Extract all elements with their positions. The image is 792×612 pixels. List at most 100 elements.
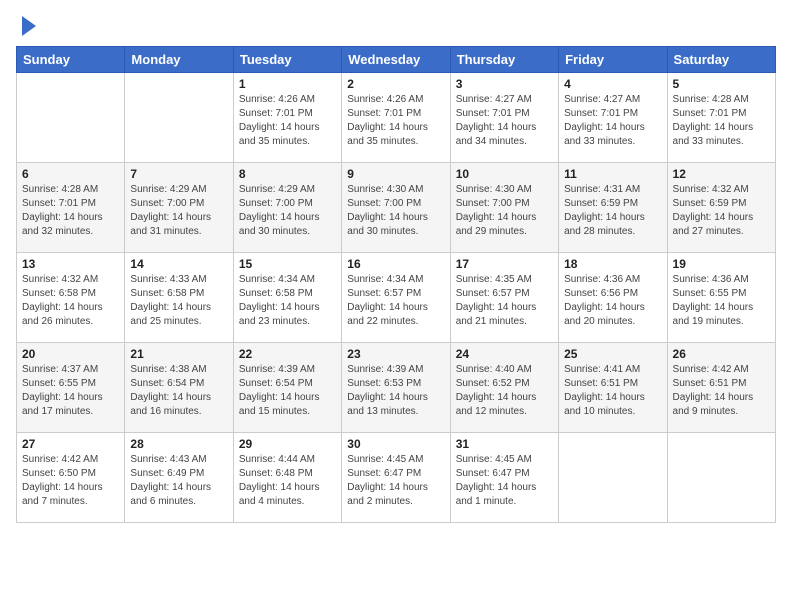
calendar-cell: 13Sunrise: 4:32 AMSunset: 6:58 PMDayligh… (17, 253, 125, 343)
day-info: Sunrise: 4:31 AMSunset: 6:59 PMDaylight:… (564, 183, 661, 239)
day-info: Sunrise: 4:30 AMSunset: 7:00 PMDaylight:… (347, 183, 444, 239)
day-number: 29 (239, 437, 336, 451)
day-info: Sunrise: 4:42 AMSunset: 6:50 PMDaylight:… (22, 453, 119, 509)
day-number: 7 (130, 167, 227, 181)
calendar-cell: 6Sunrise: 4:28 AMSunset: 7:01 PMDaylight… (17, 163, 125, 253)
header (16, 16, 776, 36)
day-number: 2 (347, 77, 444, 91)
day-number: 17 (456, 257, 553, 271)
calendar-cell: 8 Sunrise: 4:29 AMSunset: 7:00 PMDaylight… (233, 163, 341, 253)
calendar-cell: 4Sunrise: 4:27 AMSunset: 7:01 PMDaylight… (559, 73, 667, 163)
day-number: 3 (456, 77, 553, 91)
calendar-cell: 22 Sunrise: 4:39 AMSunset: 6:54 PMDayligh… (233, 343, 341, 433)
day-number: 26 (673, 347, 770, 361)
calendar-cell: 1 Sunrise: 4:26 AMSunset: 7:01 PMDaylight… (233, 73, 341, 163)
day-number: 1 (239, 77, 336, 91)
calendar-cell (125, 73, 233, 163)
col-sunday: Sunday (17, 47, 125, 73)
col-saturday: Saturday (667, 47, 775, 73)
calendar-cell: 24Sunrise: 4:40 AMSunset: 6:52 PMDayligh… (450, 343, 558, 433)
calendar-cell (667, 433, 775, 523)
day-info: Sunrise: 4:29 AMSunset: 7:00 PMDaylight:… (130, 183, 227, 239)
calendar-cell: 16 Sunrise: 4:34 AMSunset: 6:57 PMDayligh… (342, 253, 450, 343)
col-tuesday: Tuesday (233, 47, 341, 73)
col-friday: Friday (559, 47, 667, 73)
day-number: 22 (239, 347, 336, 361)
calendar-week-row: 20 Sunrise: 4:37 AMSunset: 6:55 PMDayligh… (17, 343, 776, 433)
calendar-cell: 2 Sunrise: 4:26 AMSunset: 7:01 PMDaylight… (342, 73, 450, 163)
calendar-week-row: 6Sunrise: 4:28 AMSunset: 7:01 PMDaylight… (17, 163, 776, 253)
calendar-cell: 23Sunrise: 4:39 AMSunset: 6:53 PMDayligh… (342, 343, 450, 433)
day-number: 18 (564, 257, 661, 271)
calendar-cell: 15 Sunrise: 4:34 AMSunset: 6:58 PMDayligh… (233, 253, 341, 343)
day-info: Sunrise: 4:39 AMSunset: 6:54 PMDaylight:… (239, 363, 336, 419)
calendar-body: 1 Sunrise: 4:26 AMSunset: 7:01 PMDaylight… (17, 73, 776, 523)
day-number: 16 (347, 257, 444, 271)
day-info: Sunrise: 4:42 AMSunset: 6:51 PMDaylight:… (673, 363, 770, 419)
calendar-cell: 18 Sunrise: 4:36 AMSunset: 6:56 PMDayligh… (559, 253, 667, 343)
day-number: 19 (673, 257, 770, 271)
day-number: 12 (673, 167, 770, 181)
calendar-cell: 25Sunrise: 4:41 AMSunset: 6:51 PMDayligh… (559, 343, 667, 433)
day-info: Sunrise: 4:34 AMSunset: 6:58 PMDaylight:… (239, 273, 336, 329)
day-info: Sunrise: 4:38 AMSunset: 6:54 PMDaylight:… (130, 363, 227, 419)
day-number: 27 (22, 437, 119, 451)
day-info: Sunrise: 4:26 AMSunset: 7:01 PMDaylight:… (239, 93, 336, 149)
day-info: Sunrise: 4:39 AMSunset: 6:53 PMDaylight:… (347, 363, 444, 419)
calendar-cell: 30 Sunrise: 4:45 AMSunset: 6:47 PMDayligh… (342, 433, 450, 523)
day-number: 14 (130, 257, 227, 271)
calendar-cell: 3 Sunrise: 4:27 AMSunset: 7:01 PMDaylight… (450, 73, 558, 163)
day-number: 21 (130, 347, 227, 361)
day-number: 24 (456, 347, 553, 361)
calendar-cell: 14Sunrise: 4:33 AMSunset: 6:58 PMDayligh… (125, 253, 233, 343)
col-monday: Monday (125, 47, 233, 73)
logo (16, 16, 36, 36)
col-wednesday: Wednesday (342, 47, 450, 73)
calendar-cell (17, 73, 125, 163)
calendar-table: Sunday Monday Tuesday Wednesday Thursday… (16, 46, 776, 523)
calendar-cell: 7 Sunrise: 4:29 AMSunset: 7:00 PMDaylight… (125, 163, 233, 253)
calendar-cell: 27 Sunrise: 4:42 AMSunset: 6:50 PMDayligh… (17, 433, 125, 523)
calendar-week-row: 1 Sunrise: 4:26 AMSunset: 7:01 PMDaylight… (17, 73, 776, 163)
day-info: Sunrise: 4:27 AMSunset: 7:01 PMDaylight:… (564, 93, 661, 149)
calendar-cell: 31Sunrise: 4:45 AMSunset: 6:47 PMDayligh… (450, 433, 558, 523)
calendar-cell: 28Sunrise: 4:43 AMSunset: 6:49 PMDayligh… (125, 433, 233, 523)
col-thursday: Thursday (450, 47, 558, 73)
day-number: 30 (347, 437, 444, 451)
day-number: 20 (22, 347, 119, 361)
calendar-cell: 11 Sunrise: 4:31 AMSunset: 6:59 PMDayligh… (559, 163, 667, 253)
day-number: 13 (22, 257, 119, 271)
day-number: 15 (239, 257, 336, 271)
calendar-cell: 12Sunrise: 4:32 AMSunset: 6:59 PMDayligh… (667, 163, 775, 253)
calendar-cell: 9 Sunrise: 4:30 AMSunset: 7:00 PMDaylight… (342, 163, 450, 253)
day-number: 25 (564, 347, 661, 361)
calendar-cell: 26 Sunrise: 4:42 AMSunset: 6:51 PMDayligh… (667, 343, 775, 433)
calendar-week-row: 27 Sunrise: 4:42 AMSunset: 6:50 PMDayligh… (17, 433, 776, 523)
day-number: 8 (239, 167, 336, 181)
day-number: 10 (456, 167, 553, 181)
day-info: Sunrise: 4:44 AMSunset: 6:48 PMDaylight:… (239, 453, 336, 509)
day-info: Sunrise: 4:26 AMSunset: 7:01 PMDaylight:… (347, 93, 444, 149)
day-info: Sunrise: 4:27 AMSunset: 7:01 PMDaylight:… (456, 93, 553, 149)
calendar-cell: 17 Sunrise: 4:35 AMSunset: 6:57 PMDayligh… (450, 253, 558, 343)
day-info: Sunrise: 4:30 AMSunset: 7:00 PMDaylight:… (456, 183, 553, 239)
day-number: 5 (673, 77, 770, 91)
day-info: Sunrise: 4:36 AMSunset: 6:56 PMDaylight:… (564, 273, 661, 329)
calendar-cell: 29 Sunrise: 4:44 AMSunset: 6:48 PMDayligh… (233, 433, 341, 523)
logo-arrow-icon (22, 16, 36, 36)
header-row: Sunday Monday Tuesday Wednesday Thursday… (17, 47, 776, 73)
day-number: 9 (347, 167, 444, 181)
day-info: Sunrise: 4:45 AMSunset: 6:47 PMDaylight:… (456, 453, 553, 509)
day-info: Sunrise: 4:34 AMSunset: 6:57 PMDaylight:… (347, 273, 444, 329)
day-number: 28 (130, 437, 227, 451)
day-number: 6 (22, 167, 119, 181)
day-info: Sunrise: 4:36 AMSunset: 6:55 PMDaylight:… (673, 273, 770, 329)
day-info: Sunrise: 4:45 AMSunset: 6:47 PMDaylight:… (347, 453, 444, 509)
day-info: Sunrise: 4:37 AMSunset: 6:55 PMDaylight:… (22, 363, 119, 419)
day-info: Sunrise: 4:29 AMSunset: 7:00 PMDaylight:… (239, 183, 336, 239)
day-info: Sunrise: 4:35 AMSunset: 6:57 PMDaylight:… (456, 273, 553, 329)
calendar-cell: 5Sunrise: 4:28 AMSunset: 7:01 PMDaylight… (667, 73, 775, 163)
day-number: 11 (564, 167, 661, 181)
calendar-cell (559, 433, 667, 523)
calendar-week-row: 13Sunrise: 4:32 AMSunset: 6:58 PMDayligh… (17, 253, 776, 343)
